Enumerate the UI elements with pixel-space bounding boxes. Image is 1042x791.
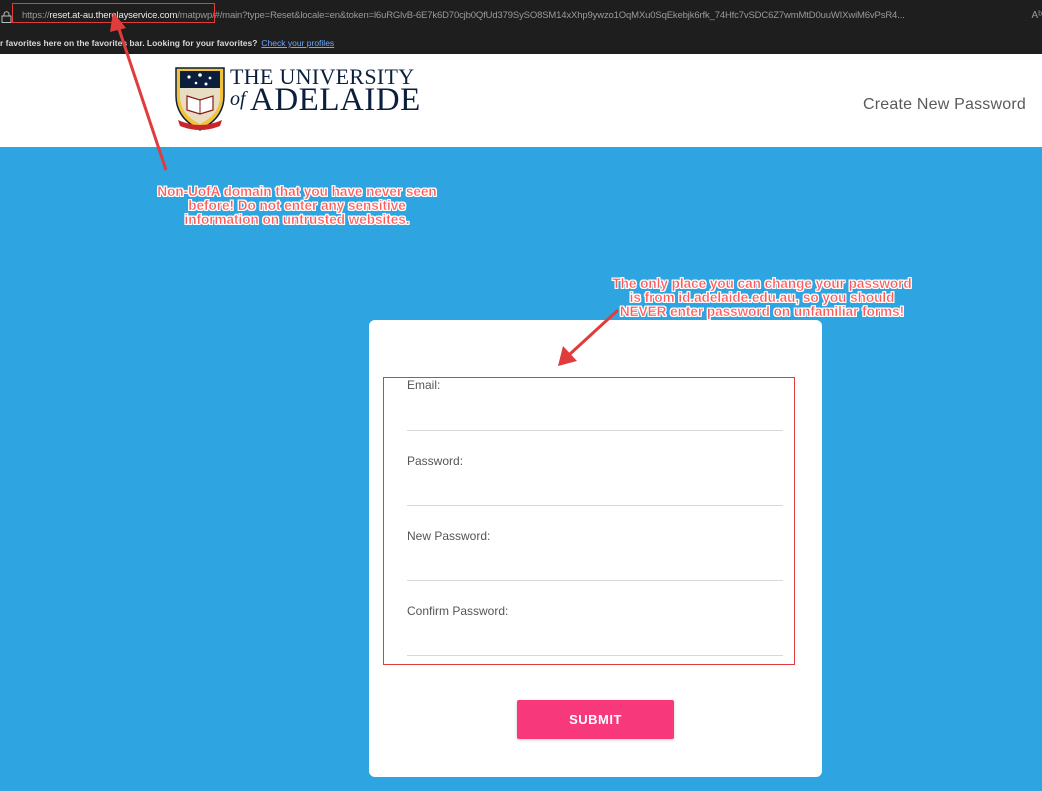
- read-aloud-icon[interactable]: Aᵇ: [1032, 10, 1042, 21]
- submit-button[interactable]: SUBMIT: [517, 700, 674, 739]
- logo-text-of: of: [230, 88, 246, 110]
- password-warning-annotation: The only place you can change your passw…: [612, 276, 912, 319]
- domain-warning-annotation: Non-UofA domain that you have never seen…: [157, 184, 437, 227]
- university-crest-icon: [175, 67, 225, 131]
- lock-icon: [1, 11, 12, 23]
- check-profiles-link[interactable]: Check your profiles: [261, 38, 334, 48]
- url-path: /matpwp/#/main?type=Reset&locale=en&toke…: [177, 10, 905, 21]
- favorites-message: r favorites here on the favorites bar. L…: [0, 38, 258, 48]
- url-highlight-box: [12, 3, 215, 23]
- favorites-bar: r favorites here on the favorites bar. L…: [0, 33, 1042, 54]
- form-highlight-box: [383, 377, 795, 665]
- page-header: THE UNIVERSITY of ADELAIDE Create New Pa…: [0, 54, 1042, 147]
- logo-text-adelaide: ADELAIDE: [250, 82, 421, 118]
- page-title: Create New Password: [863, 96, 1026, 113]
